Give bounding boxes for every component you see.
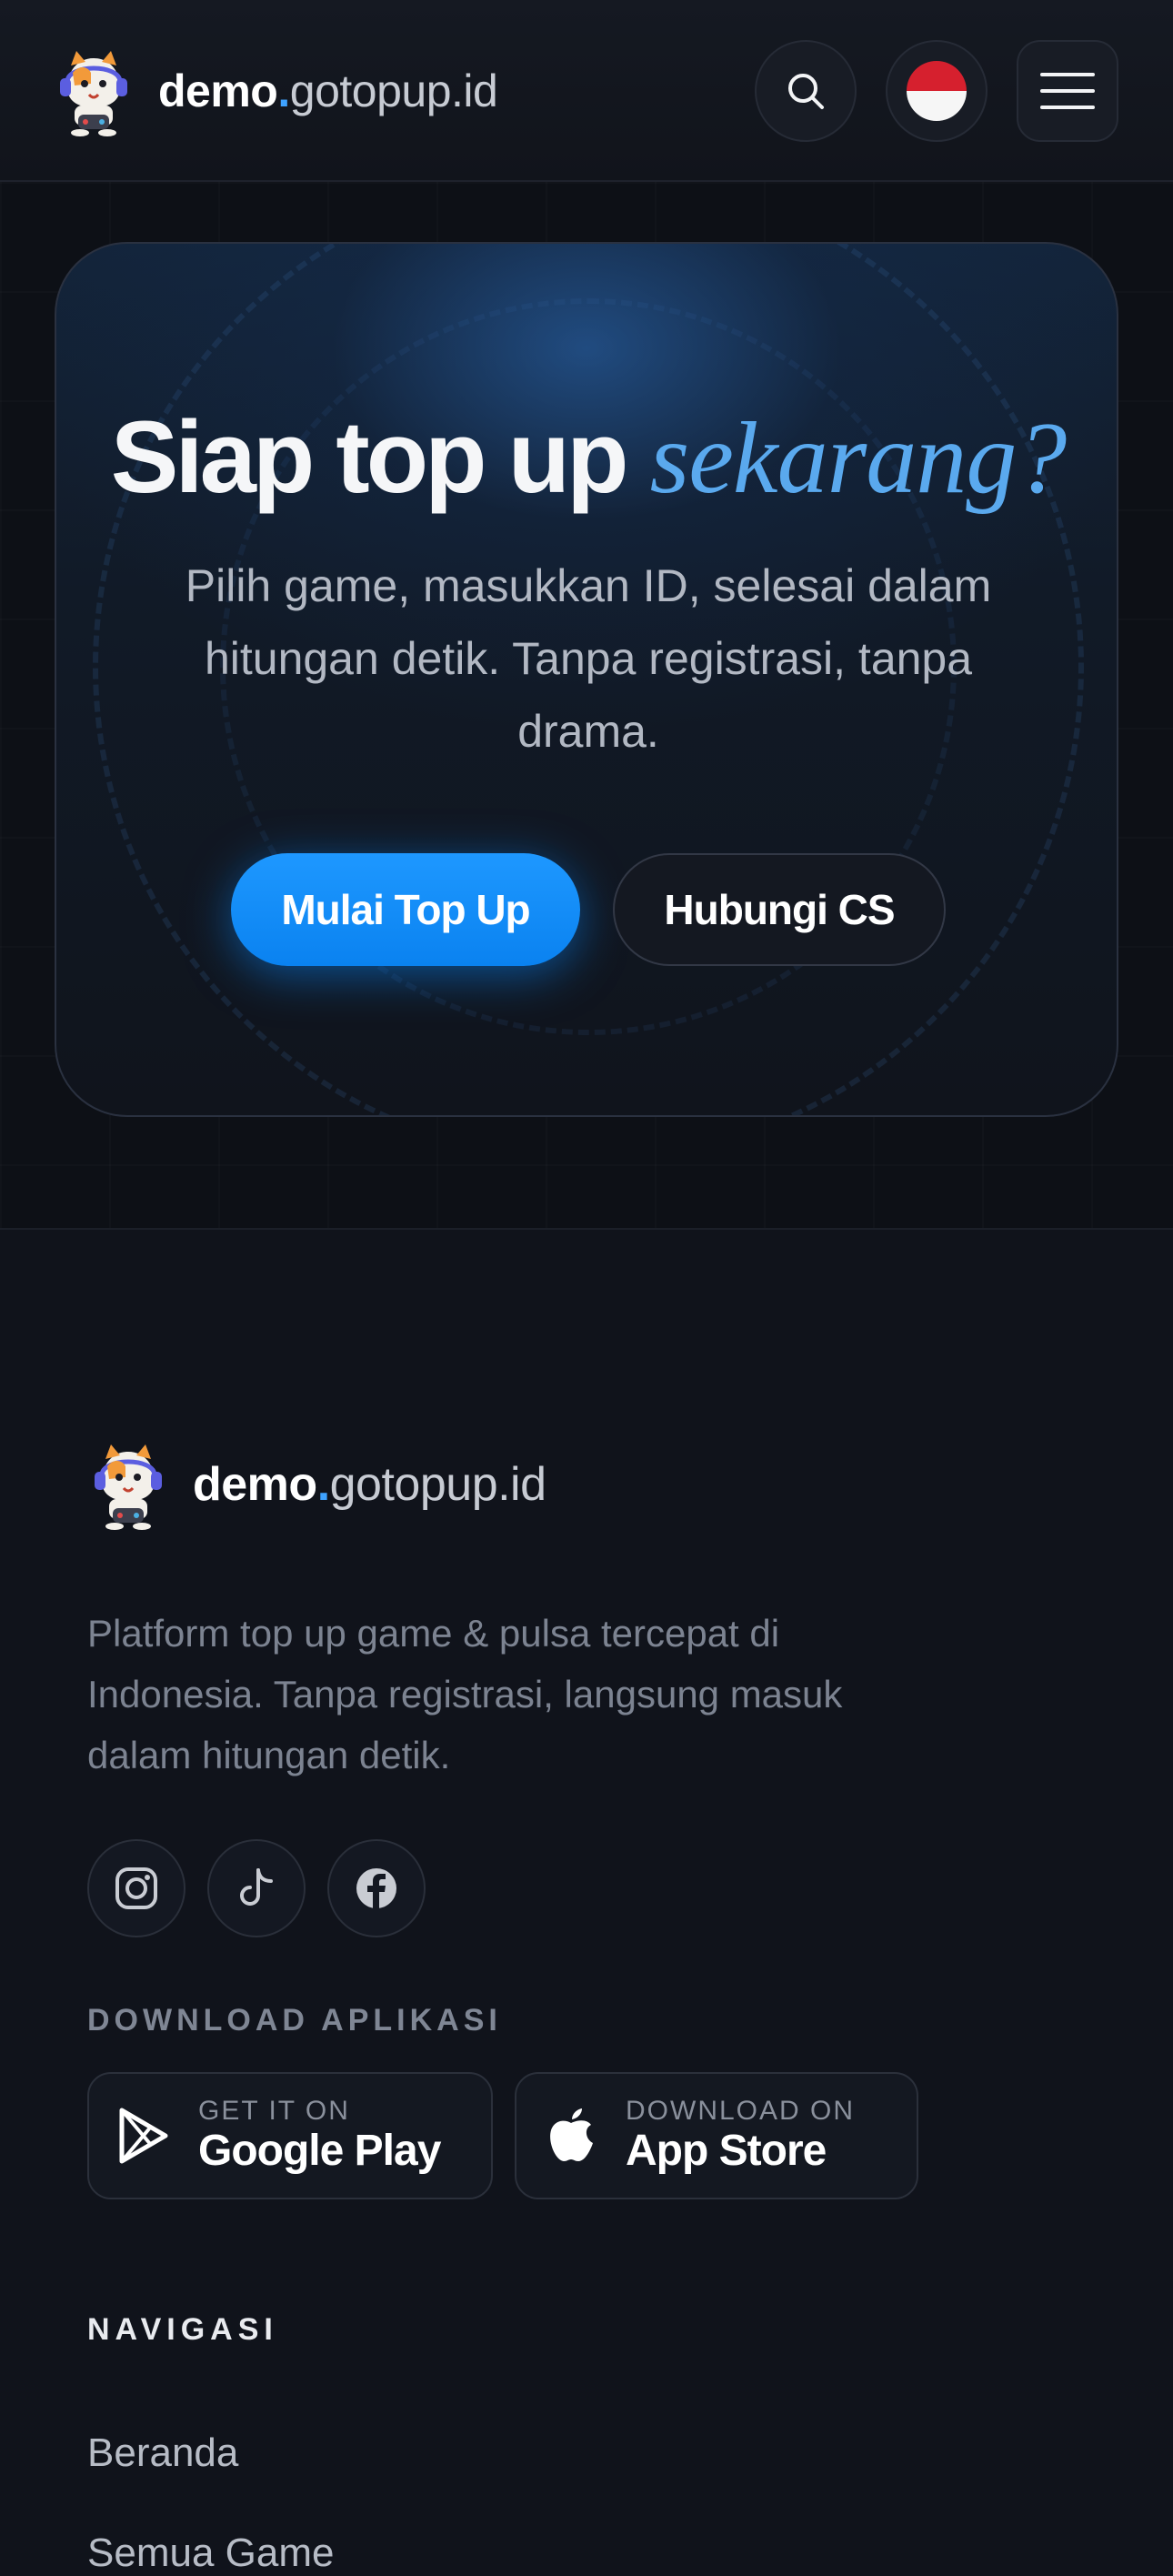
- social-links: [87, 1839, 426, 1937]
- app-store-label: App Store: [626, 2127, 827, 2175]
- mascot-logo-icon: [60, 51, 127, 136]
- brand-part-1: demo: [193, 1458, 317, 1511]
- tiktok-link[interactable]: [207, 1839, 306, 1937]
- apple-icon: [550, 2108, 593, 2161]
- brand-dot: .: [277, 65, 290, 116]
- cta-subtitle: Pilih game, masukkan ID, selesai dalam h…: [185, 560, 992, 757]
- cta-title: Siap top up sekarang?: [56, 398, 1117, 518]
- brand-part-2: gotopup.id: [329, 1458, 546, 1511]
- cta-title-main: Siap top up: [110, 400, 629, 514]
- google-play-small-text: GET IT ON: [198, 2096, 350, 2126]
- brand-part-2: gotopup.id: [289, 65, 498, 116]
- tiktok-icon: [240, 1868, 273, 1906]
- brand-dot: .: [316, 1458, 330, 1511]
- brand-name: demo.gotopup.id: [158, 65, 498, 117]
- app-store-button[interactable]: DOWNLOAD ON App Store: [515, 2072, 918, 2199]
- contact-cs-button[interactable]: Hubungi CS: [613, 853, 946, 966]
- nav-link-semua-game[interactable]: Semua Game: [87, 2531, 334, 2576]
- facebook-icon: [356, 1868, 396, 1908]
- footer-brand-name: demo.gotopup.id: [193, 1457, 546, 1512]
- footer-description: Platform top up game & pulsa tercepat di…: [87, 1612, 843, 1776]
- mascot-logo-icon: [95, 1444, 162, 1530]
- app-store-small-text: DOWNLOAD ON: [626, 2096, 856, 2126]
- facebook-link[interactable]: [327, 1839, 426, 1937]
- google-play-button[interactable]: GET IT ON Google Play: [87, 2072, 493, 2199]
- site-footer: demo.gotopup.id Platform top up game & p…: [0, 1230, 1173, 2575]
- search-button[interactable]: [755, 40, 857, 142]
- cta-section: Siap top up sekarang? Pilih game, masukk…: [0, 182, 1173, 1230]
- nav-link-beranda[interactable]: Beranda: [87, 2430, 238, 2476]
- hamburger-menu-icon: [1040, 73, 1095, 109]
- navigation-heading: NAVIGASI: [87, 2312, 278, 2347]
- footer-logo[interactable]: demo.gotopup.id: [87, 1439, 546, 1530]
- download-heading: DOWNLOAD APLIKASI: [87, 2003, 502, 2038]
- menu-button[interactable]: [1017, 40, 1118, 142]
- start-topup-button[interactable]: Mulai Top Up: [231, 853, 580, 966]
- search-icon: [788, 74, 824, 109]
- language-button[interactable]: [886, 40, 988, 142]
- header-logo[interactable]: demo.gotopup.id: [55, 45, 498, 136]
- google-play-icon: [119, 2108, 168, 2164]
- indonesia-flag-icon: [907, 61, 967, 121]
- brand-part-1: demo: [158, 65, 278, 116]
- instagram-icon: [115, 1867, 157, 1909]
- instagram-link[interactable]: [87, 1839, 185, 1937]
- google-play-label: Google Play: [198, 2127, 441, 2175]
- cta-title-accent: sekarang?: [649, 402, 1068, 515]
- cta-card: Siap top up sekarang? Pilih game, masukk…: [55, 242, 1118, 1117]
- top-header: demo.gotopup.id: [0, 0, 1173, 182]
